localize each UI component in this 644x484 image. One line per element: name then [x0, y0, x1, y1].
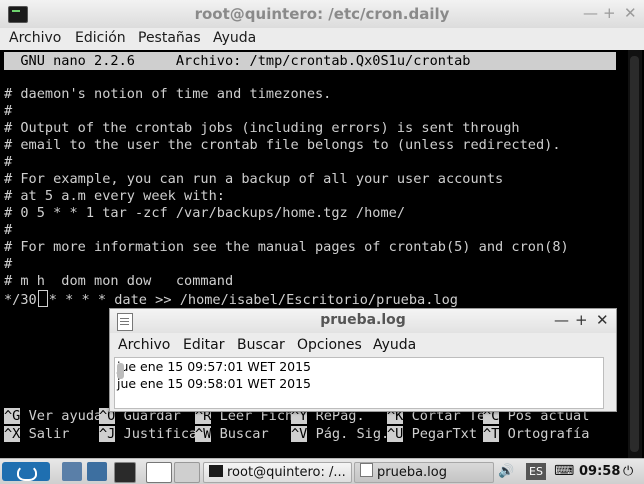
shortcut-ortografia[interactable]: ^T Ortografía: [483, 426, 589, 443]
desktop-preview-icon[interactable]: [146, 462, 172, 483]
editor-line: # 0 5 * * 1 tar -zcf /var/backups/home.t…: [4, 205, 406, 221]
clock[interactable]: 09:58: [579, 462, 620, 481]
editor-line: #: [4, 103, 13, 119]
cron-entry-rest: * * * * date >> /home/isabel/Escritorio/…: [48, 292, 458, 308]
terminal-menubar: Archivo Edición Pestañas Ayuda: [0, 28, 644, 50]
shortcut-pag-sig[interactable]: ^V Pág. Sig.: [291, 426, 389, 443]
editor-line: # For example, you can run a backup of a…: [4, 171, 504, 187]
leafpad-menu-opciones[interactable]: Opciones: [297, 337, 362, 353]
leafpad-menu-editar[interactable]: Editar: [183, 337, 224, 353]
shortcut-pegar-texto[interactable]: ^U PegarTxt: [387, 426, 477, 443]
editor-line: #: [4, 154, 13, 170]
editor-line: # daemon's notion of time and timezones.: [4, 86, 332, 102]
terminal-titlebar[interactable]: root@quintero: /etc/cron.daily — + ✕: [0, 0, 644, 29]
minimize-button[interactable]: —: [583, 4, 598, 22]
shortcut-salir[interactable]: ^X Salir: [4, 426, 69, 443]
leafpad-menu-ayuda[interactable]: Ayuda: [373, 337, 416, 353]
leafpad-scrollbar-thumb[interactable]: [117, 363, 124, 379]
task-terminal[interactable]: root@quintero: /...: [203, 462, 352, 483]
log-line: jue ene 15 09:58:01 WET 2015: [117, 376, 312, 391]
terminal-task-icon: [209, 465, 223, 477]
nano-header: GNU nano 2.2.6 Archivo: /tmp/crontab.Qx0…: [4, 52, 616, 70]
menu-edicion[interactable]: Edición: [75, 30, 126, 46]
workspace-icon[interactable]: [87, 462, 107, 481]
terminal-scrollbar-thumb[interactable]: [630, 56, 639, 452]
cron-entry-line[interactable]: */30 * * * * date >> /home/isabel/Escrito…: [4, 290, 458, 308]
editor-line: # at 5 a.m every week with:: [4, 188, 225, 204]
leafpad-minimize-button[interactable]: —: [554, 311, 569, 329]
file-manager-icon[interactable]: [62, 462, 82, 481]
leafpad-menu-buscar[interactable]: Buscar: [237, 337, 285, 353]
desktop-preview-icon[interactable]: [174, 462, 200, 483]
text-cursor: [37, 290, 48, 307]
leafpad-task-icon: [360, 463, 373, 477]
taskbar: root@quintero: /... prueba.log 🔊 ES ⌨ 09…: [0, 458, 644, 484]
keyboard-layout-indicator[interactable]: ES: [526, 463, 546, 480]
shortcut-ver-ayuda[interactable]: ^G Ver ayuda: [4, 408, 102, 425]
editor-line: # email to the user the crontab file bel…: [4, 137, 561, 153]
window-title: root@quintero: /etc/cron.daily: [194, 5, 450, 23]
leafpad-window: prueba.log — + ✕ Archivo Editar Buscar O…: [109, 308, 617, 412]
editor-line: # m h dom mon dow command: [4, 273, 234, 289]
task-leafpad[interactable]: prueba.log: [354, 462, 494, 483]
leafpad-title: prueba.log: [320, 312, 406, 328]
shortcut-buscar[interactable]: ^W Buscar: [195, 426, 269, 443]
editor-line: #: [4, 222, 13, 238]
leafpad-close-button[interactable]: ✕: [596, 311, 609, 329]
editor-line: # For more information see the manual pa…: [4, 239, 569, 255]
shortcut-justifica[interactable]: ^J Justifica: [99, 426, 197, 443]
log-line: jue ene 15 09:57:01 WET 2015: [117, 359, 312, 374]
close-button[interactable]: ✕: [624, 4, 637, 22]
power-icon[interactable]: ⏻: [623, 462, 633, 481]
cron-entry-start: */30: [4, 292, 37, 308]
leafpad-titlebar[interactable]: prueba.log — + ✕: [110, 309, 616, 333]
editor-line: #: [4, 256, 13, 272]
start-menu-button[interactable]: [2, 462, 50, 481]
keyboard-icon[interactable]: ⌨: [554, 462, 574, 481]
editor-line: # Output of the crontab jobs (including …: [4, 120, 520, 136]
volume-icon[interactable]: 🔊: [498, 462, 514, 481]
menu-archivo[interactable]: Archivo: [9, 30, 61, 46]
terminal-launcher-icon[interactable]: [114, 462, 136, 483]
maximize-button[interactable]: +: [603, 4, 616, 22]
menu-pestanas[interactable]: Pestañas: [138, 30, 201, 46]
leafpad-text-area[interactable]: jue ene 15 09:57:01 WET 2015 jue ene 15 …: [114, 357, 604, 409]
menu-ayuda[interactable]: Ayuda: [213, 30, 256, 46]
leafpad-menu-archivo[interactable]: Archivo: [118, 337, 170, 353]
leafpad-maximize-button[interactable]: +: [575, 311, 588, 329]
